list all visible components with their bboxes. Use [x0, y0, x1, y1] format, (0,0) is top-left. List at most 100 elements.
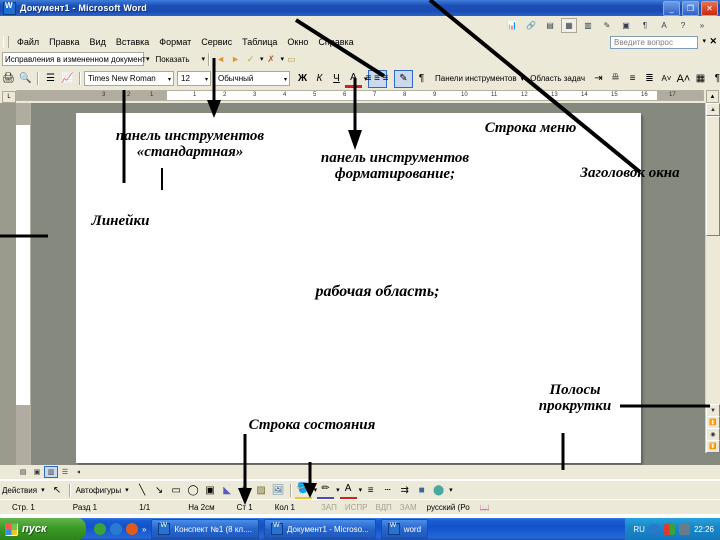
chevron-down-icon[interactable]: ▾: [146, 55, 150, 63]
menubar-grip[interactable]: [3, 36, 9, 48]
zoom-icon[interactable]: A: [656, 18, 672, 33]
shadow-style-icon[interactable]: ■: [413, 482, 430, 498]
maximize-button[interactable]: ❐: [682, 1, 699, 16]
justify-button[interactable]: ≡: [624, 71, 641, 87]
scroll-up-button[interactable]: ▲: [706, 103, 720, 116]
quick-launch-overflow[interactable]: »: [142, 525, 146, 534]
chevron-down-icon[interactable]: ▾: [702, 37, 706, 45]
font-name-combo[interactable]: Times New Roman ▾: [84, 71, 174, 86]
show-menu-button[interactable]: Показать: [154, 52, 200, 66]
map-icon[interactable]: ▣: [618, 18, 634, 33]
rectangle-icon[interactable]: ▭: [168, 482, 185, 498]
italic-button[interactable]: К: [311, 71, 328, 87]
close-icon[interactable]: ✕: [709, 36, 717, 47]
shrink-font-button[interactable]: A˅: [658, 71, 675, 87]
tray-language[interactable]: RU: [633, 525, 645, 534]
line-spacing-button[interactable]: ≞: [607, 71, 624, 87]
print-preview-icon[interactable]: 🔍: [17, 71, 34, 87]
select-objects-icon[interactable]: ↖: [49, 482, 66, 498]
close-button[interactable]: ✕: [701, 1, 718, 16]
align-center-button[interactable]: ≡: [360, 71, 377, 87]
tray-icon-network[interactable]: [678, 523, 690, 535]
chevron-down-icon[interactable]: ▾: [205, 76, 208, 83]
chevron-down-icon[interactable]: ▾: [202, 55, 206, 63]
new-comment-icon[interactable]: ▭: [284, 52, 299, 67]
underline-button[interactable]: Ч: [328, 71, 345, 87]
task-pane-button[interactable]: Область задач: [528, 72, 587, 86]
line-style-icon[interactable]: ≡: [362, 482, 379, 498]
next-change-icon[interactable]: ►: [228, 52, 243, 67]
columns-icon[interactable]: ▥: [580, 18, 596, 33]
menu-item-format[interactable]: Формат: [154, 36, 196, 48]
window-controls[interactable]: _ ❐ ✕: [663, 1, 718, 16]
normal-view-button[interactable]: ▤: [16, 466, 30, 478]
display-for-review-combo[interactable]: Исправления в измененном документ: [2, 52, 146, 66]
font-size-combo[interactable]: 12 ▾: [177, 71, 211, 86]
3d-style-icon[interactable]: ⬤: [430, 482, 447, 498]
autoshapes-button[interactable]: Автофигуры: [74, 483, 124, 497]
tab-stop-selector[interactable]: L: [2, 91, 16, 103]
quick-launch-bar[interactable]: »: [94, 523, 146, 535]
line-icon[interactable]: ╲: [134, 482, 151, 498]
arrow-icon[interactable]: ↘: [151, 482, 168, 498]
system-tray[interactable]: RU 22:26: [625, 518, 720, 540]
ask-a-question-input[interactable]: Введите вопрос: [610, 36, 698, 49]
spelling-status-icon[interactable]: 📖: [480, 503, 490, 512]
horizontal-scroll-track[interactable]: [80, 466, 690, 478]
oval-icon[interactable]: ◯: [185, 482, 202, 498]
text-box-icon[interactable]: ▣: [202, 482, 219, 498]
distribute-button[interactable]: ≣: [641, 71, 658, 87]
table-icon[interactable]: ▦: [561, 18, 577, 33]
menu-item-window[interactable]: Окно: [282, 36, 313, 48]
status-ovr[interactable]: ЗАМ: [400, 503, 417, 512]
opera-icon[interactable]: [126, 523, 138, 535]
grow-font-button[interactable]: A˄: [675, 71, 692, 87]
minimize-button[interactable]: _: [663, 1, 680, 16]
draw-actions-button[interactable]: Действия: [0, 483, 39, 497]
previous-change-icon[interactable]: ◄: [213, 52, 228, 67]
menu-item-table[interactable]: Таблица: [237, 36, 282, 48]
wordart-icon[interactable]: ◣: [219, 482, 236, 498]
taskbar[interactable]: пуск » Конспект №1 (8 кл.... Документ1 -…: [0, 518, 720, 540]
dash-style-icon[interactable]: ┄: [379, 482, 396, 498]
drawing-toolbar[interactable]: Действия ▾ ↖ Автофигуры ▾ ╲ ↘ ▭ ◯ ▣ ◣ ✿ …: [0, 481, 720, 500]
chevron-down-icon[interactable]: ▾: [41, 486, 45, 494]
formatting-marks-button[interactable]: ¶: [413, 71, 430, 87]
overflow-icon[interactable]: »: [694, 18, 710, 33]
accept-change-icon[interactable]: ✓: [243, 52, 258, 67]
ruler-strip[interactable]: 3 2 1 1 2 3 4 5 6 7 8 9 10 11 12 13 14 1…: [16, 90, 704, 101]
picture-icon[interactable]: 🖼: [270, 482, 287, 498]
reviewing-toolbar[interactable]: Исправления в измененном документ ▾ Пока…: [0, 50, 720, 68]
menu-item-file[interactable]: Файл: [12, 36, 44, 48]
print-icon[interactable]: 🖨: [0, 71, 17, 87]
pilcrow-button[interactable]: ¶: [709, 71, 720, 87]
menu-item-help[interactable]: Справка: [313, 36, 358, 48]
tray-icon-shield[interactable]: [648, 523, 660, 535]
ruler-scroll-up-icon[interactable]: ▲: [706, 90, 719, 103]
taskbar-item-document1[interactable]: Документ1 - Microso...: [263, 519, 376, 539]
horizontal-ruler[interactable]: L 3 2 1 1 2 3 4 5 6 7 8 9 10 11 12 13 14…: [0, 89, 720, 104]
diagram-icon[interactable]: ✿: [236, 482, 253, 498]
chevron-down-icon[interactable]: ▾: [125, 486, 129, 494]
print-layout-view-button[interactable]: ▥: [44, 466, 58, 478]
start-button[interactable]: пуск: [0, 518, 86, 540]
chart-icon[interactable]: 📊: [504, 18, 520, 33]
fill-color-icon[interactable]: 🪣: [294, 481, 312, 500]
vertical-ruler[interactable]: [16, 103, 31, 465]
help-icon[interactable]: ?: [675, 18, 691, 33]
menu-item-insert[interactable]: Вставка: [111, 36, 154, 48]
menu-item-tools[interactable]: Сервис: [196, 36, 237, 48]
chevron-down-icon[interactable]: ▾: [449, 486, 453, 494]
style-combo[interactable]: Обычный ▾: [214, 71, 290, 86]
formatting-marks-icon[interactable]: ¶: [637, 18, 653, 33]
menu-item-edit[interactable]: Правка: [44, 36, 84, 48]
web-layout-view-button[interactable]: ▣: [30, 466, 44, 478]
quick-launch-icon-1[interactable]: [94, 523, 106, 535]
status-ext[interactable]: ВДП: [375, 503, 391, 512]
taskbar-item-konspekt[interactable]: Конспект №1 (8 кл....: [151, 519, 259, 539]
status-bar[interactable]: Стр. 1 Разд 1 1/1 На 2см Ст 1 Кол 1 ЗАП …: [0, 499, 720, 514]
tray-icon-app[interactable]: [663, 523, 675, 535]
menu-item-view[interactable]: Вид: [85, 36, 111, 48]
align-right-button[interactable]: ≡: [377, 71, 394, 87]
status-rec[interactable]: ЗАП: [321, 503, 337, 512]
